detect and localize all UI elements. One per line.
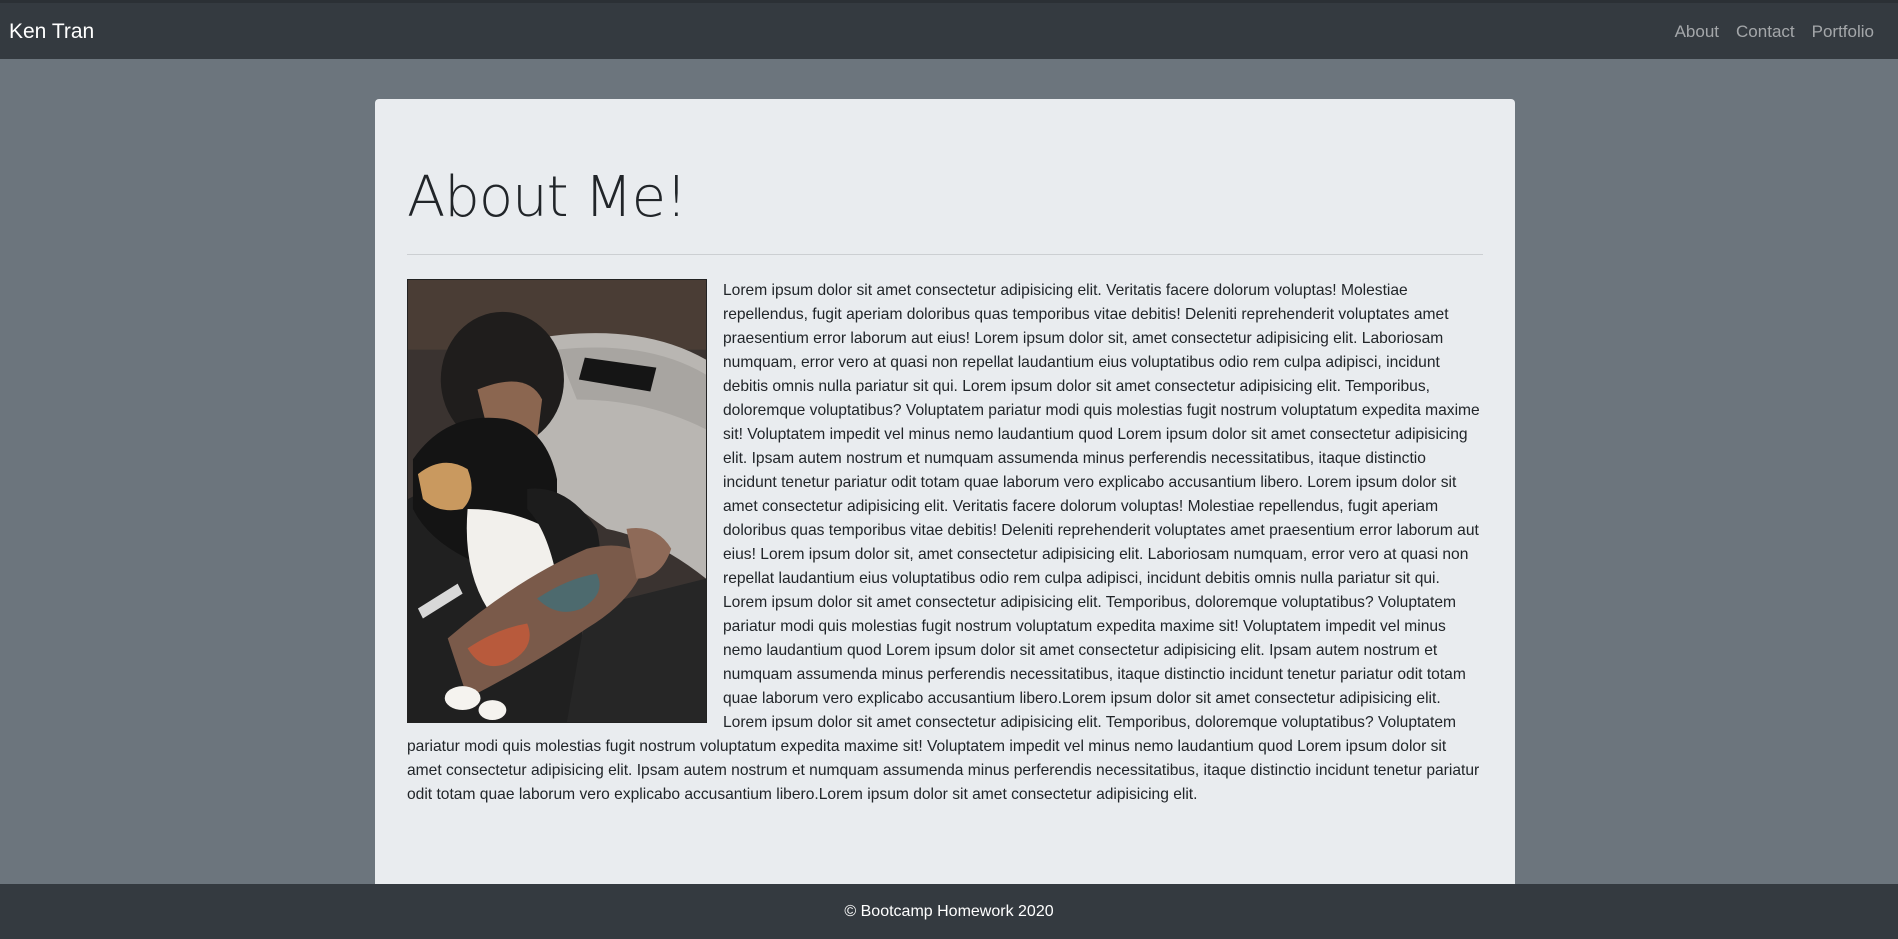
nav-links: About Contact Portfolio bbox=[1658, 22, 1874, 42]
title-divider bbox=[407, 254, 1483, 255]
footer-copyright: © Bootcamp Homework 2020 bbox=[844, 903, 1054, 920]
navbar: Ken Tran About Contact Portfolio bbox=[0, 0, 1898, 59]
nav-link-portfolio[interactable]: Portfolio bbox=[1812, 22, 1874, 42]
about-card: About Me! Lorem ipsum dolor sit amet con… bbox=[375, 99, 1515, 884]
about-content: Lorem ipsum dolor sit amet consectetur a… bbox=[407, 279, 1483, 807]
profile-photo bbox=[407, 279, 707, 723]
page-title: About Me! bbox=[407, 165, 688, 230]
nav-link-about[interactable]: About bbox=[1675, 22, 1719, 42]
brand-link[interactable]: Ken Tran bbox=[9, 20, 94, 44]
footer: © Bootcamp Homework 2020 bbox=[0, 884, 1898, 939]
nav-link-contact[interactable]: Contact bbox=[1736, 22, 1795, 42]
